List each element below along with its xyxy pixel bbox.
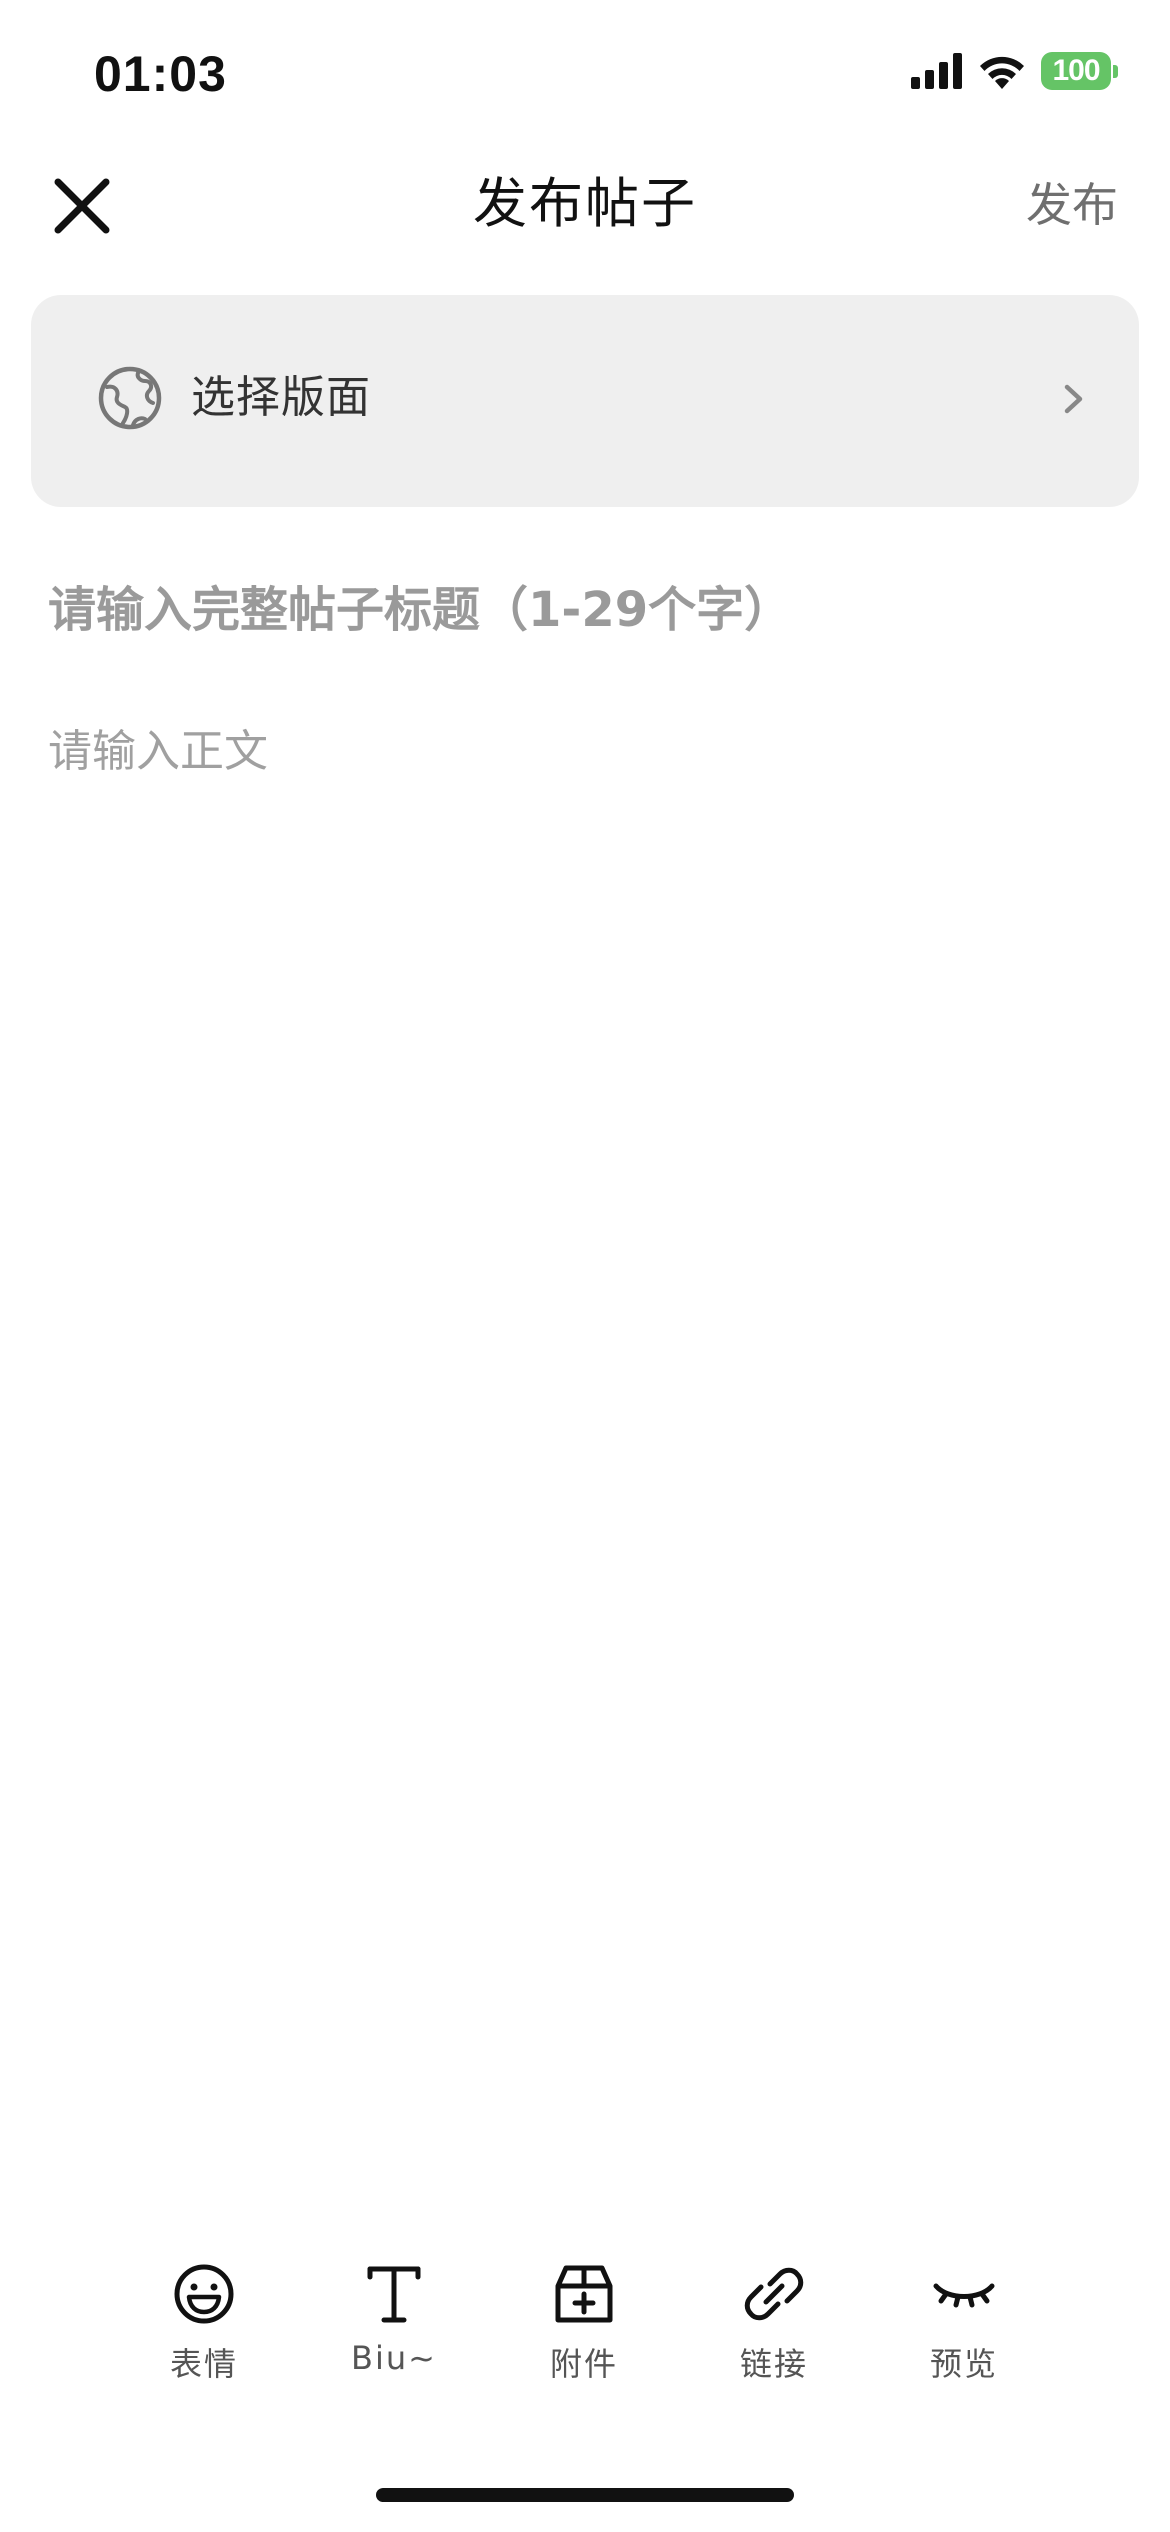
cellular-signal-icon [911, 53, 962, 89]
text-format-label: Biu~ [351, 2339, 437, 2377]
link-button[interactable]: 链接 [694, 2250, 854, 2400]
preview-button[interactable]: 预览 [884, 2250, 1044, 2400]
battery-tip [1113, 64, 1118, 78]
board-selector[interactable]: 选择版面 [31, 295, 1139, 507]
page-title: 发布帖子 [473, 172, 697, 235]
globe-icon [98, 366, 162, 430]
preview-label: 预览 [929, 2345, 998, 2383]
post-body-input[interactable] [48, 720, 1118, 2120]
emoji-button[interactable]: 表情 [124, 2250, 284, 2400]
wifi-icon [980, 56, 1024, 89]
home-indicator[interactable] [376, 2488, 794, 2502]
status-time: 01:03 [94, 46, 227, 102]
chevron-right-icon [1064, 384, 1083, 414]
editor-toolbar: 表情 Biu~ 附件 链接 预览 [0, 2250, 1170, 2400]
attachment-label: 附件 [549, 2345, 618, 2383]
link-icon [744, 2267, 804, 2321]
emoji-label: 表情 [169, 2345, 238, 2383]
emoji-icon [174, 2264, 234, 2324]
text-format-button[interactable]: Biu~ [314, 2250, 474, 2400]
board-selector-label: 选择版面 [191, 372, 371, 423]
attachment-icon [555, 2265, 613, 2323]
preview-eye-icon [933, 2283, 995, 2308]
post-title-input[interactable] [48, 570, 1118, 650]
nav-bar: 发布帖子 发布 [0, 150, 1170, 260]
text-format-icon [367, 2266, 421, 2323]
publish-button[interactable]: 发布 [1026, 170, 1118, 240]
attachment-button[interactable]: 附件 [504, 2250, 664, 2400]
status-bar: 01:03 100 [0, 0, 1170, 150]
battery-icon: 100 [1041, 52, 1111, 90]
status-icons: 100 [911, 52, 1118, 90]
battery-level: 100 [1052, 54, 1100, 87]
link-label: 链接 [739, 2345, 808, 2383]
